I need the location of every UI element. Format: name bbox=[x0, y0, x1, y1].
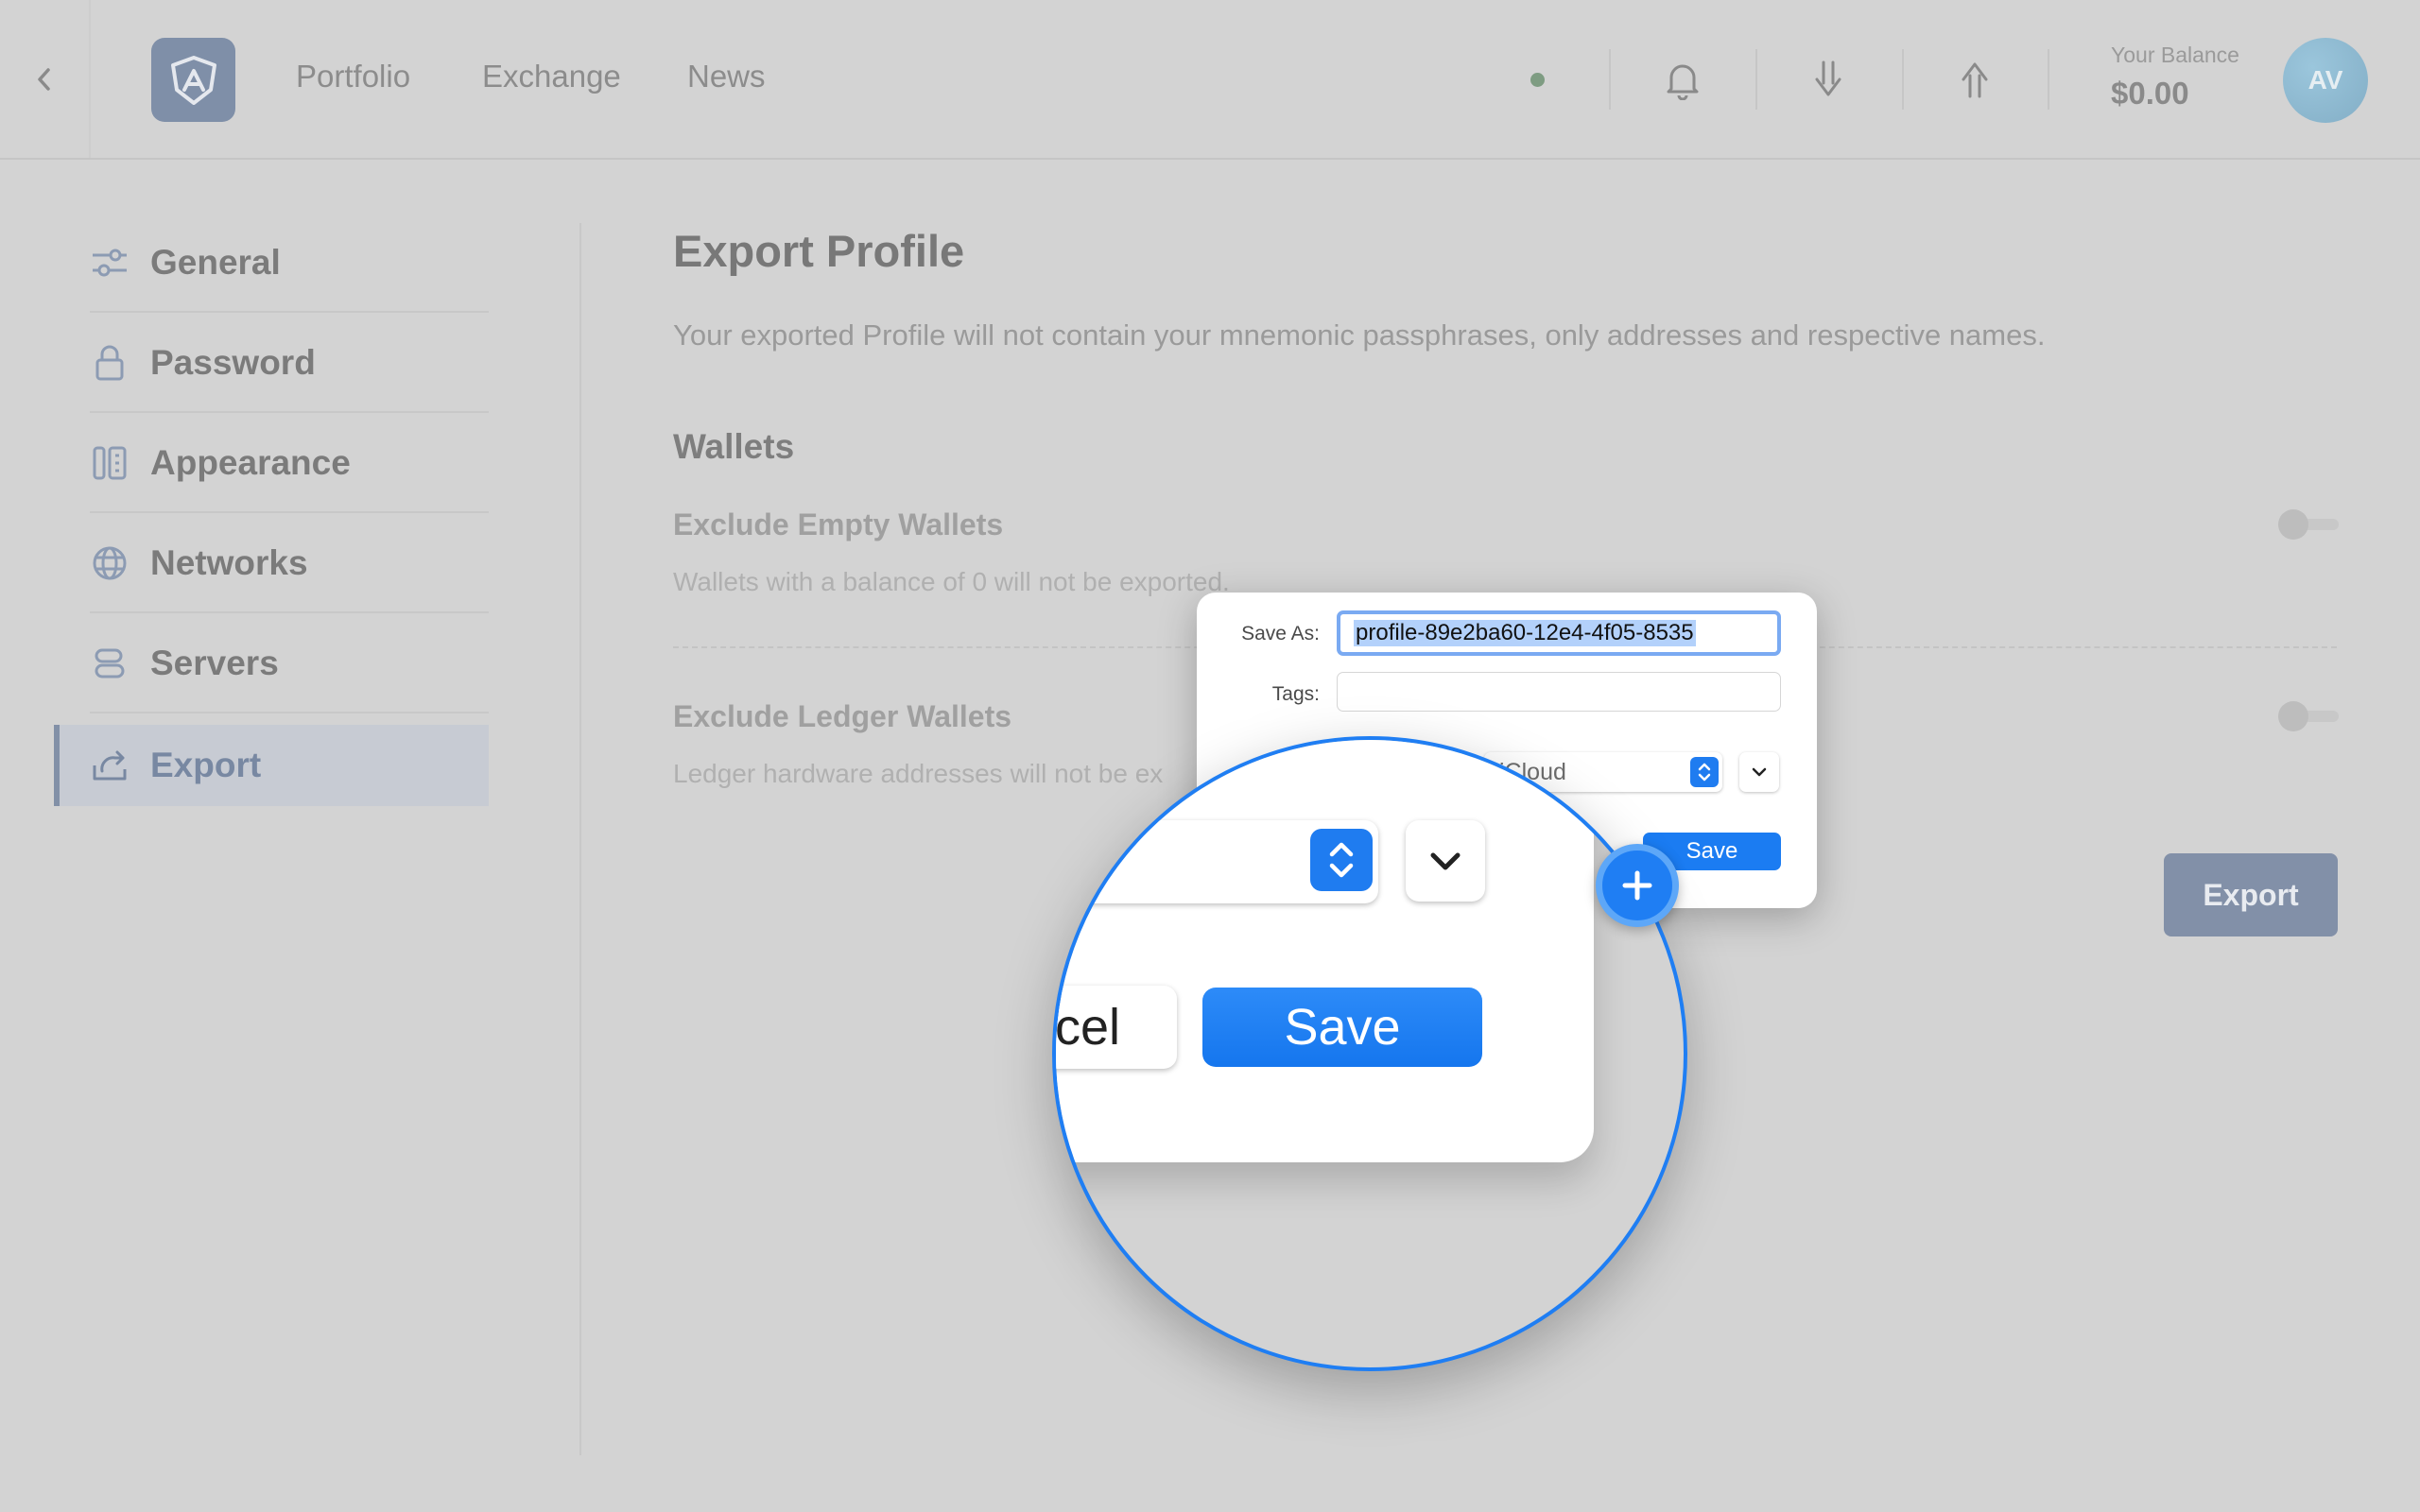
plus-icon bbox=[1622, 870, 1652, 901]
option-title-ledger-wallets: Exclude Ledger Wallets bbox=[673, 699, 1012, 733]
sliders-icon bbox=[90, 243, 130, 283]
back-button[interactable] bbox=[0, 0, 91, 158]
chevron-down-icon bbox=[1430, 852, 1461, 870]
save-as-value: profile-89e2ba60-12e4-4f05-8535 bbox=[1354, 620, 1696, 646]
zoom-magnifier: cel Save bbox=[1052, 736, 1687, 1371]
magnified-cancel-button[interactable]: cel bbox=[1056, 986, 1177, 1069]
notifications-button[interactable] bbox=[1660, 57, 1705, 102]
avatar-initials: AV bbox=[2308, 65, 2343, 94]
sidebar-item-export[interactable]: Export bbox=[54, 725, 489, 806]
magnified-location-select[interactable] bbox=[1056, 820, 1378, 903]
tags-field[interactable] bbox=[1337, 672, 1781, 712]
connection-status-dot bbox=[1530, 73, 1545, 87]
avatar[interactable]: AV bbox=[2283, 38, 2368, 123]
chevron-left-icon bbox=[38, 67, 50, 91]
click-target-marker bbox=[1596, 844, 1679, 927]
bell-icon bbox=[1667, 64, 1699, 100]
arrow-down-icon bbox=[1815, 60, 1841, 96]
server-icon bbox=[90, 644, 130, 683]
magnified-expand-button[interactable] bbox=[1406, 820, 1485, 902]
nav-exchange[interactable]: Exchange bbox=[482, 59, 621, 94]
appearance-icon bbox=[90, 443, 130, 483]
balance-value: $0.00 bbox=[2111, 76, 2189, 111]
app-logo[interactable] bbox=[151, 38, 235, 122]
save-as-label: Save As: bbox=[1241, 623, 1320, 644]
nav-news[interactable]: News bbox=[687, 59, 766, 94]
sidebar-item-label: Export bbox=[150, 746, 262, 784]
sidebar-item-label: Networks bbox=[150, 543, 308, 582]
header-divider bbox=[1755, 49, 1757, 110]
arrow-up-icon bbox=[1962, 62, 1988, 98]
toggle-knob bbox=[2278, 701, 2308, 731]
expand-dialog-button[interactable] bbox=[1739, 752, 1779, 792]
exclude-empty-wallets-toggle[interactable] bbox=[2278, 509, 2339, 540]
balance-label: Your Balance bbox=[2111, 43, 2239, 67]
sidebar-item-networks[interactable]: Networks bbox=[90, 515, 489, 613]
export-icon bbox=[90, 746, 130, 785]
lock-icon bbox=[90, 343, 130, 383]
page-description: Your exported Profile will not contain y… bbox=[673, 318, 2046, 352]
receive-button[interactable] bbox=[1806, 57, 1851, 102]
option-description-empty-wallets: Wallets with a balance of 0 will not be … bbox=[673, 567, 1230, 596]
toggle-knob bbox=[2278, 509, 2308, 540]
nav-portfolio[interactable]: Portfolio bbox=[296, 59, 410, 94]
magnified-dialog: cel Save bbox=[1056, 740, 1594, 1162]
globe-icon bbox=[90, 543, 130, 583]
header-divider bbox=[2048, 49, 2049, 110]
updown-chevron-icon bbox=[1690, 757, 1719, 787]
export-button[interactable]: Export bbox=[2164, 853, 2338, 936]
page-title: Export Profile bbox=[673, 226, 965, 276]
exclude-ledger-wallets-toggle[interactable] bbox=[2278, 701, 2339, 731]
sidebar-item-label: Servers bbox=[150, 644, 279, 682]
sidebar-item-label: General bbox=[150, 243, 281, 282]
section-title-wallets: Wallets bbox=[673, 427, 795, 466]
shield-logo-icon bbox=[170, 55, 216, 105]
save-as-field[interactable]: profile-89e2ba60-12e4-4f05-8535 bbox=[1337, 610, 1781, 656]
chevron-down-icon bbox=[1752, 767, 1767, 777]
option-title-empty-wallets: Exclude Empty Wallets bbox=[673, 507, 1004, 541]
magnified-save-button[interactable]: Save bbox=[1202, 988, 1482, 1067]
header-divider bbox=[1609, 49, 1611, 110]
sidebar-item-label: Password bbox=[150, 343, 316, 382]
sidebar-item-password[interactable]: Password bbox=[90, 315, 489, 413]
sidebar-item-servers[interactable]: Servers bbox=[90, 615, 489, 713]
send-button[interactable] bbox=[1952, 57, 1997, 102]
updown-chevron-icon bbox=[1310, 829, 1373, 891]
sidebar-divider bbox=[579, 223, 581, 1455]
sidebar-item-general[interactable]: General bbox=[90, 215, 489, 313]
sidebar-item-appearance[interactable]: Appearance bbox=[90, 415, 489, 513]
top-bar: Portfolio Exchange News Your Balance $0.… bbox=[0, 0, 2420, 160]
sidebar-item-label: Appearance bbox=[150, 443, 351, 482]
tags-label: Tags: bbox=[1271, 683, 1320, 705]
header-divider bbox=[1902, 49, 1904, 110]
